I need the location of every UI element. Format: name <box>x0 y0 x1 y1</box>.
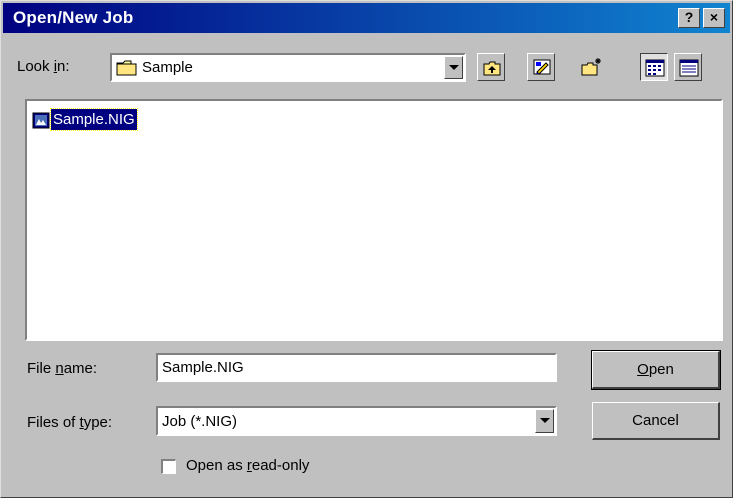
read-only-checkbox[interactable] <box>161 459 176 474</box>
file-name-value: Sample.NIG <box>162 359 244 376</box>
look-in-dropdown-arrow[interactable] <box>444 56 463 79</box>
file-type-value: Job (*.NIG) <box>162 413 238 430</box>
folder-icon <box>116 59 138 81</box>
file-type-combobox[interactable]: Job (*.NIG) <box>156 406 557 436</box>
title-bar[interactable]: Open/New Job ? × <box>3 3 730 33</box>
file-list[interactable]: Sample.NIG <box>25 99 723 341</box>
list-item-label: Sample.NIG <box>50 108 138 131</box>
job-file-icon <box>31 110 51 134</box>
file-name-label: File name: <box>27 360 98 377</box>
up-one-level-button[interactable] <box>477 53 505 81</box>
window-title: Open/New Job <box>13 8 134 27</box>
file-type-dropdown-arrow[interactable] <box>535 409 554 433</box>
new-folder-button[interactable] <box>577 53 605 81</box>
file-name-input[interactable]: Sample.NIG <box>156 353 557 382</box>
details-view-button[interactable] <box>674 53 702 81</box>
help-button[interactable]: ? <box>678 8 700 28</box>
open-new-job-dialog: Open/New Job ? × Look in: Sample Sample.… <box>0 0 733 498</box>
cancel-button[interactable]: Cancel <box>592 402 720 440</box>
look-in-combobox[interactable]: Sample <box>110 53 466 82</box>
list-view-button[interactable] <box>640 53 668 81</box>
open-button[interactable]: Open <box>591 350 721 390</box>
close-button[interactable]: × <box>703 8 725 28</box>
desktop-button[interactable] <box>527 53 555 81</box>
file-type-label: Files of type: <box>27 414 113 431</box>
look-in-label: Look in: <box>17 58 70 75</box>
look-in-value: Sample <box>142 59 193 76</box>
read-only-label[interactable]: Open as read-only <box>186 457 309 474</box>
